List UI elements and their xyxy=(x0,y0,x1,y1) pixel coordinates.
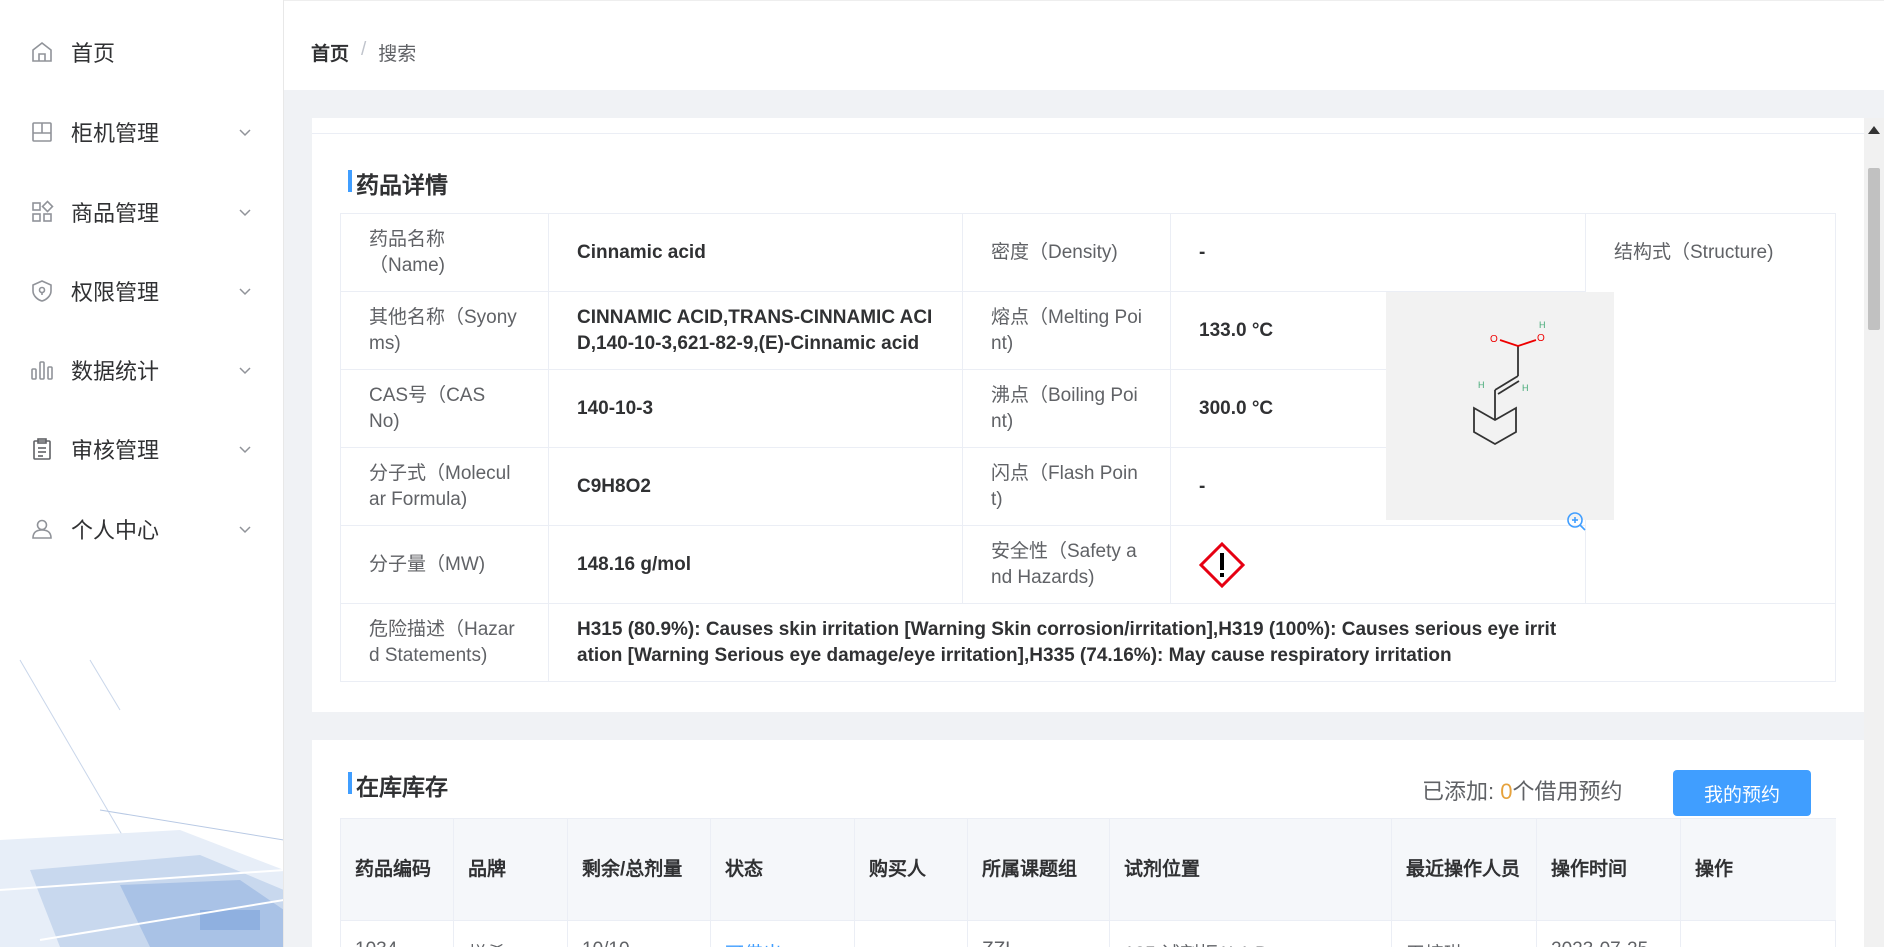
column-header[interactable]: 药品编码 xyxy=(341,819,454,921)
sidebar-item-label: 权限管理 xyxy=(71,280,160,305)
sidebar-item-label: 审核管理 xyxy=(71,438,160,463)
column-header[interactable]: 操作 xyxy=(1681,819,1836,921)
column-header[interactable]: 状态 xyxy=(711,819,855,921)
drug-detail-card: 药品详情 药品名称（Name) Cinnamic acid 密度（Density… xyxy=(312,118,1864,712)
table-cell: 105 试剂柜1L1 B... xyxy=(1110,921,1392,947)
clipboard-icon xyxy=(33,438,51,460)
formula-value: C9H8O2 xyxy=(549,448,963,526)
sidebar-decoration xyxy=(0,659,283,947)
column-header[interactable]: 操作时间 xyxy=(1537,819,1681,921)
shield-icon xyxy=(32,280,52,302)
svg-text:H: H xyxy=(1522,383,1529,393)
structure-image[interactable]: O O H H H xyxy=(1386,292,1614,520)
sidebar-item-review[interactable]: 审核管理 xyxy=(0,413,283,485)
cas-label: CAS号（CAS No) xyxy=(341,370,549,448)
safety-value xyxy=(1171,526,1586,604)
section-title: 在库库存 xyxy=(330,768,448,802)
name-label: 药品名称（Name) xyxy=(341,214,549,292)
section-title: 药品详情 xyxy=(330,166,448,200)
breadcrumb-home[interactable]: 首页 xyxy=(311,39,349,66)
sidebar-item-label: 商品管理 xyxy=(71,201,160,226)
hazard-label: 危险描述（Hazard Statements) xyxy=(341,604,549,682)
chevron-down-icon xyxy=(239,526,251,534)
sidebar-item-label: 数据统计 xyxy=(71,359,160,384)
mw-value: 148.16 g/mol xyxy=(549,526,963,604)
breadcrumb: 首页 / 搜索 xyxy=(311,39,416,66)
sidebar-item-profile[interactable]: 个人中心 xyxy=(0,493,283,565)
sidebar-item-home[interactable]: 首页 xyxy=(0,16,283,88)
melting-point-label: 熔点（Melting Point) xyxy=(963,292,1171,370)
table-cell xyxy=(1681,921,1836,947)
column-header[interactable]: 品牌 xyxy=(454,819,568,921)
scroll-thumb[interactable] xyxy=(1868,168,1880,330)
reservation-count: 已添加: 0个借用预约 xyxy=(1422,779,1623,804)
synonyms-label: 其他名称（Syonyms) xyxy=(341,292,549,370)
density-label: 密度（Density) xyxy=(963,214,1171,292)
sidebar-item-cabinet[interactable]: 柜机管理 xyxy=(0,96,283,168)
divider xyxy=(312,133,1864,134)
scrollbar[interactable] xyxy=(1864,118,1884,947)
mw-label: 分子量（MW) xyxy=(341,526,549,604)
home-icon xyxy=(32,41,52,62)
table-cell: - xyxy=(855,921,968,947)
breadcrumb-current: 搜索 xyxy=(378,44,417,65)
column-header[interactable]: 最近操作人员 xyxy=(1392,819,1537,921)
formula-label: 分子式（Molecular Formula) xyxy=(341,448,549,526)
zoom-in-icon[interactable] xyxy=(1565,510,1587,532)
svg-text:H: H xyxy=(1478,380,1485,390)
sidebar-item-label: 柜机管理 xyxy=(71,121,160,146)
my-reservations-button[interactable]: 我的预约 xyxy=(1673,770,1811,816)
grid-icon xyxy=(32,200,54,222)
safety-label: 安全性（Safety and Hazards) xyxy=(963,526,1171,604)
chevron-down-icon xyxy=(239,446,251,454)
table-cell: 10/10 xyxy=(568,921,711,947)
chevron-down-icon xyxy=(239,129,251,137)
table-cell: 王培琳 xyxy=(1392,921,1537,947)
sidebar-item-products[interactable]: 商品管理 xyxy=(0,176,283,248)
sidebar-item-permissions[interactable]: 权限管理 xyxy=(0,255,283,327)
sidebar-item-label: 个人中心 xyxy=(71,518,160,543)
sidebar: 首页 柜机管理 商品管理 权限管理 数据统计 审核管理 个人中心 xyxy=(0,0,284,947)
drug-detail-table: 药品名称（Name) Cinnamic acid 密度（Density) - 其… xyxy=(340,213,1836,682)
table-cell: 梯希 xyxy=(454,921,568,947)
svg-text:H: H xyxy=(1539,320,1546,330)
hazard-value: H315 (80.9%): Causes skin irritation [Wa… xyxy=(577,619,1557,666)
column-header[interactable]: 试剂位置 xyxy=(1110,819,1392,921)
synonyms-value: CINNAMIC ACID,TRANS-CINNAMIC ACID,140-10… xyxy=(549,292,963,370)
column-header[interactable]: 剩余/总剂量 xyxy=(568,819,711,921)
scroll-up-icon[interactable] xyxy=(1868,126,1880,134)
user-icon xyxy=(32,519,52,539)
chevron-down-icon xyxy=(239,367,251,375)
svg-text:O: O xyxy=(1537,333,1545,344)
name-value: Cinnamic acid xyxy=(549,214,963,292)
svg-text:O: O xyxy=(1490,334,1498,345)
chevron-down-icon xyxy=(239,288,251,296)
column-header[interactable]: 购买人 xyxy=(855,819,968,921)
density-value: - xyxy=(1171,214,1586,292)
cas-value: 140-10-3 xyxy=(549,370,963,448)
ghs-exclamation-icon xyxy=(1199,541,1245,588)
table-cell: 2023-07-25 xyxy=(1537,921,1681,947)
table-cell: ZZL xyxy=(968,921,1110,947)
sidebar-item-label: 首页 xyxy=(71,41,116,66)
inventory-table: 药品编码 品牌 剩余/总剂量 状态 购买人 所属课题组 试剂位置 最近操作人员 … xyxy=(340,818,1836,947)
boiling-point-label: 沸点（Boiling Point) xyxy=(963,370,1171,448)
cabinet-icon xyxy=(32,122,52,142)
flash-point-label: 闪点（Flash Point) xyxy=(963,448,1171,526)
chevron-down-icon xyxy=(239,209,251,217)
inventory-card: 在库库存 已添加: 0个借用预约 我的预约 药品编码 品牌 剩余/总剂量 状态 … xyxy=(312,740,1864,947)
column-header[interactable]: 所属课题组 xyxy=(968,819,1110,921)
structure-cell: 结构式（Structure) xyxy=(1586,214,1836,604)
header: 首页 / 搜索 xyxy=(284,0,1884,90)
breadcrumb-separator: / xyxy=(361,39,367,60)
table-cell: 1034 xyxy=(341,921,454,947)
sidebar-item-statistics[interactable]: 数据统计 xyxy=(0,334,283,406)
bar-chart-icon xyxy=(31,361,53,380)
structure-label: 结构式（Structure) xyxy=(1614,242,1774,263)
status-link[interactable]: 可借出 xyxy=(711,921,855,947)
